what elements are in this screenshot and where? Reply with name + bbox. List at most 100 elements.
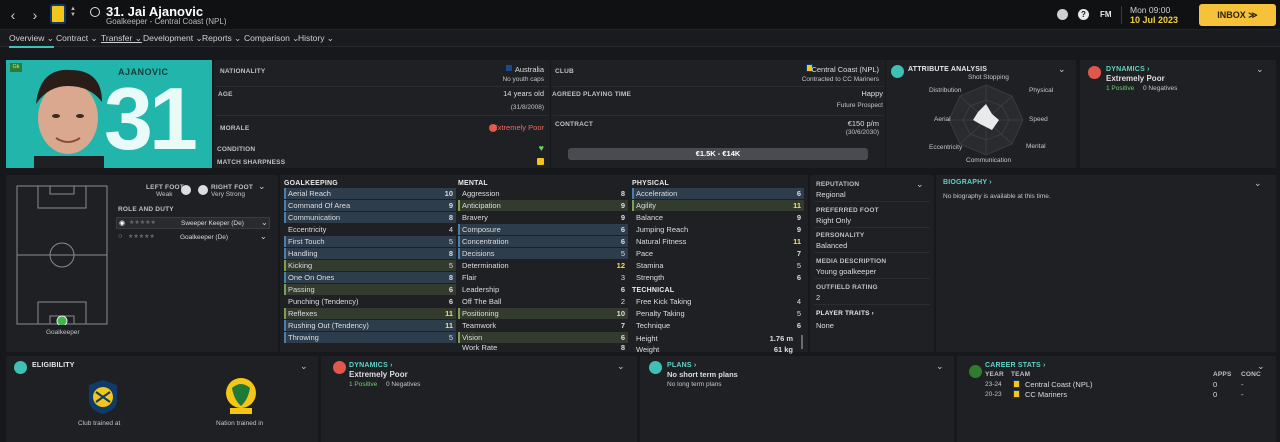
- attr-acceleration[interactable]: Acceleration 6: [632, 188, 804, 199]
- attr-first-touch[interactable]: First Touch 5: [284, 236, 456, 247]
- nationality-label: NATIONALITY: [220, 68, 266, 75]
- scrollbar[interactable]: [801, 335, 803, 349]
- player-face-icon: [34, 69, 104, 168]
- chevron-down-icon[interactable]: ⌄: [916, 179, 924, 190]
- attr-strength[interactable]: Strength 6: [632, 272, 804, 283]
- career-title[interactable]: CAREER STATS ›: [985, 362, 1046, 369]
- attr-command-of-area[interactable]: Command Of Area 9: [284, 200, 456, 211]
- player-traits-value: None: [816, 321, 834, 330]
- dynamics-bottom-negatives: 0 Negatives: [386, 381, 421, 388]
- attr-work-rate[interactable]: Work Rate 8: [458, 342, 628, 353]
- attr-decisions[interactable]: Decisions 5: [458, 248, 628, 259]
- axis-shot-stopping: Shot Stopping: [968, 74, 1009, 81]
- attr-one-on-ones[interactable]: One On Ones 8: [284, 272, 456, 283]
- personality-label: PERSONALITY: [816, 232, 865, 239]
- club-crest-icon: [50, 4, 66, 24]
- chevron-down-icon[interactable]: ⌄: [1256, 64, 1264, 75]
- attr-teamwork[interactable]: Teamwork 7: [458, 320, 628, 331]
- attr-kicking[interactable]: Kicking 5: [284, 260, 456, 271]
- attr-jumping-reach[interactable]: Jumping Reach 9: [632, 224, 804, 235]
- attr-flair[interactable]: Flair 3: [458, 272, 628, 283]
- attr-technique[interactable]: Technique 6: [632, 320, 804, 331]
- attr-aggression[interactable]: Aggression 8: [458, 188, 628, 199]
- tab-contract[interactable]: Contract ⌄: [56, 33, 98, 44]
- attr-determination[interactable]: Determination 12: [458, 260, 628, 271]
- player-traits-link[interactable]: PLAYER TRAITS ›: [816, 310, 874, 317]
- morale-value[interactable]: Extremely Poor: [493, 123, 544, 132]
- club-contracted-to[interactable]: Contracted to CC Mariners: [802, 76, 879, 83]
- tab-development[interactable]: Development ⌄: [143, 33, 203, 44]
- chevron-down-icon[interactable]: ⌄: [258, 181, 266, 192]
- dynamics-title[interactable]: DYNAMICS ›: [1106, 66, 1150, 73]
- attr-positioning[interactable]: Positioning 10: [458, 308, 628, 319]
- club-value[interactable]: Central Coast (NPL): [811, 65, 879, 74]
- attr-punching[interactable]: Punching (Tendency) 6: [284, 296, 456, 307]
- player-subtitle: Goalkeeper - Central Coast (NPL): [106, 17, 227, 26]
- attr-handling[interactable]: Handling 8: [284, 248, 456, 259]
- club-switch-chevron-icon[interactable]: ▲ ▼: [70, 6, 76, 18]
- attr-rushing-out[interactable]: Rushing Out (Tendency) 11: [284, 320, 456, 331]
- attr-bravery[interactable]: Bravery 9: [458, 212, 628, 223]
- playing-time-value: Happy: [861, 89, 883, 98]
- col-team: TEAM: [1011, 371, 1031, 378]
- chevron-down-icon[interactable]: ⌄: [1254, 178, 1262, 189]
- attr-free-kick-taking[interactable]: Free Kick Taking 4: [632, 296, 804, 307]
- tab-overview[interactable]: Overview ⌄: [9, 33, 54, 48]
- plans-title[interactable]: PLANS ›: [667, 362, 696, 369]
- sharpness-icon: [537, 158, 544, 165]
- attr-concentration[interactable]: Concentration 6: [458, 236, 628, 247]
- attr-communication[interactable]: Communication 8: [284, 212, 456, 223]
- attr-agility[interactable]: Agility 11: [632, 200, 804, 211]
- attr-composure[interactable]: Composure 6: [458, 224, 628, 235]
- attr-natural-fitness[interactable]: Natural Fitness 11: [632, 236, 804, 247]
- tab-comparison[interactable]: Comparison ⌄: [244, 33, 299, 44]
- attr-leadership[interactable]: Leadership 6: [458, 284, 628, 295]
- biography-title[interactable]: BIOGRAPHY ›: [943, 179, 992, 186]
- condition-label: CONDITION: [217, 146, 256, 153]
- chevron-down-icon[interactable]: ⌄: [300, 361, 308, 372]
- nationality-value[interactable]: Australia: [515, 65, 544, 74]
- role-stars: ★★★★★: [129, 220, 156, 226]
- career-team[interactable]: CC Mariners: [1025, 390, 1067, 399]
- club-crest-icon: [1013, 390, 1020, 398]
- transfer-value-bar[interactable]: €1.5K - €14K: [568, 148, 868, 160]
- divider: [814, 304, 930, 305]
- axis-communication: Communication: [966, 157, 1012, 164]
- attr-aerial-reach[interactable]: Aerial Reach 10: [284, 188, 456, 199]
- chevron-down-icon[interactable]: ⌄: [261, 218, 268, 227]
- tab-history[interactable]: History ⌄: [298, 33, 334, 44]
- dynamics-negatives: 0 Negatives: [1143, 85, 1178, 92]
- role-row-goalkeeper[interactable]: ○ ★★★★★ Goalkeeper (De) ⌄: [116, 232, 270, 244]
- career-apps: 0: [1213, 380, 1218, 389]
- chevron-down-icon[interactable]: ⌄: [260, 232, 267, 241]
- tab-transfer[interactable]: Transfer ⌄: [101, 33, 142, 44]
- inbox-button[interactable]: INBOX ≫: [1199, 4, 1276, 26]
- attr-passing[interactable]: Passing 6: [284, 284, 456, 295]
- chevron-down-icon[interactable]: ⌄: [617, 361, 625, 372]
- tab-reports[interactable]: Reports ⌄: [202, 33, 241, 44]
- role-row-sweeper-keeper[interactable]: ◉ ★★★★★ Sweeper Keeper (De) ⌄: [116, 217, 270, 229]
- attr-reflexes[interactable]: Reflexes 11: [284, 308, 456, 319]
- attr-off-the-ball[interactable]: Off The Ball 2: [458, 296, 628, 307]
- back-button[interactable]: ‹: [4, 5, 22, 25]
- globe-icon[interactable]: [1057, 9, 1068, 20]
- attr-balance[interactable]: Balance 9: [632, 212, 804, 223]
- attr-eccentricity[interactable]: Eccentricity 4: [284, 224, 456, 235]
- attribute-analysis-panel: ATTRIBUTE ANALYSIS ⌄ Shot Stopping Physi…: [886, 60, 1076, 168]
- attr-penalty-taking[interactable]: Penalty Taking 5: [632, 308, 804, 319]
- search-icon[interactable]: [90, 7, 100, 17]
- dynamics-bottom-title[interactable]: DYNAMICS ›: [349, 362, 393, 369]
- fm-menu-button[interactable]: FM: [1100, 10, 1112, 19]
- axis-distribution: Distribution: [929, 87, 962, 94]
- career-year: 23-24: [985, 381, 1002, 388]
- help-icon[interactable]: ?: [1078, 9, 1089, 20]
- chevron-down-icon[interactable]: ⌄: [936, 361, 944, 372]
- attr-anticipation[interactable]: Anticipation 9: [458, 200, 628, 211]
- career-team[interactable]: Central Coast (NPL): [1025, 380, 1093, 389]
- attr-stamina[interactable]: Stamina 5: [632, 260, 804, 271]
- forward-button[interactable]: ›: [26, 5, 44, 25]
- attr-throwing[interactable]: Throwing 5: [284, 332, 456, 343]
- tab-bar: Overview ⌄ Contract ⌄ Transfer ⌄ Develop…: [0, 30, 1280, 48]
- dynamics-positives: 1 Positive: [1106, 85, 1135, 92]
- attr-pace[interactable]: Pace 7: [632, 248, 804, 259]
